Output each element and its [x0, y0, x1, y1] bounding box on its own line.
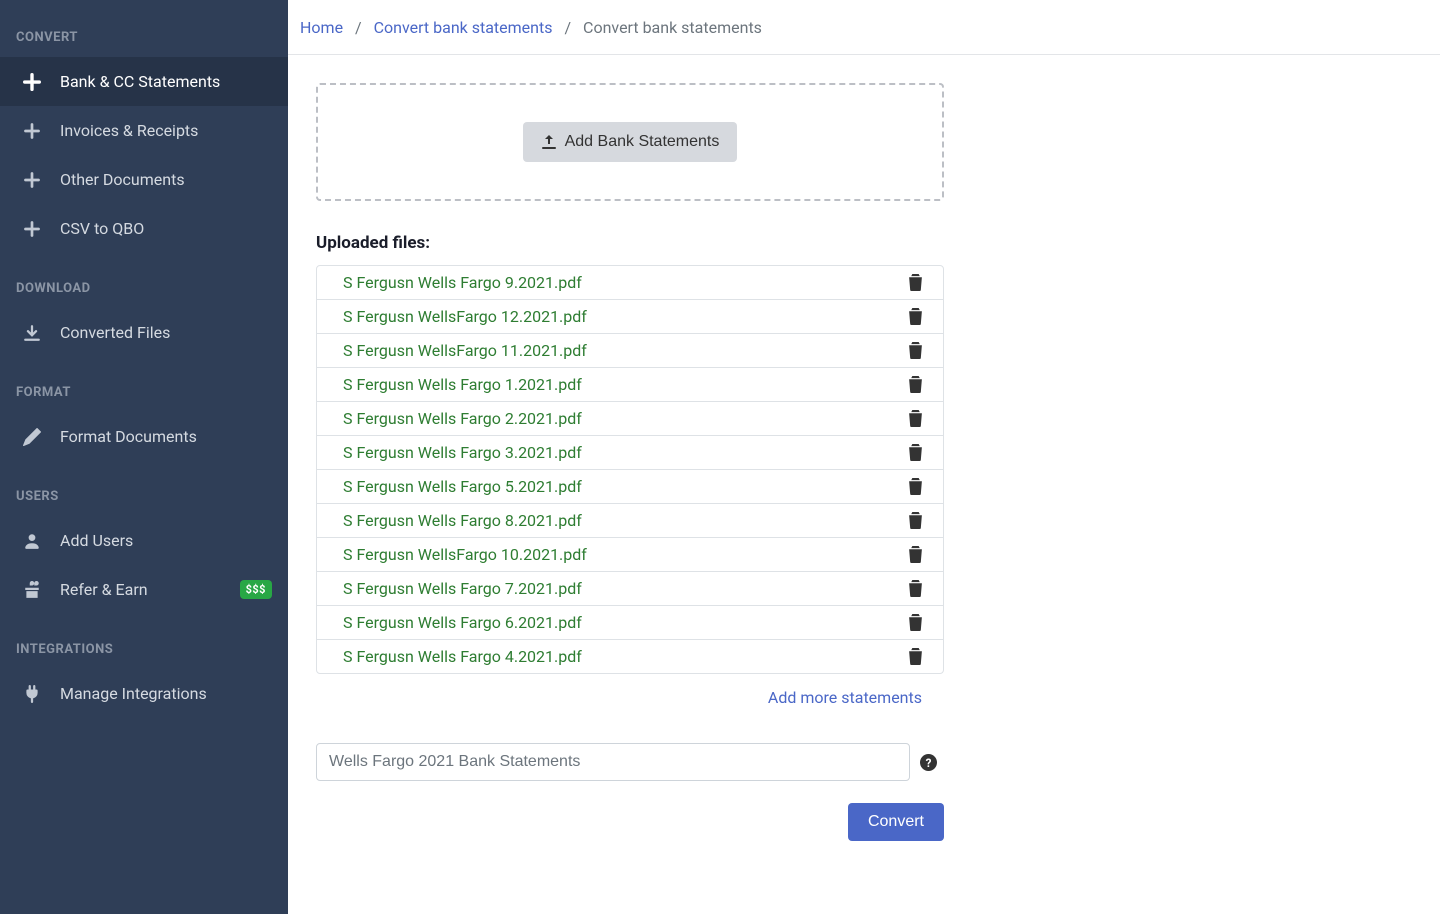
sidebar-item-label: Add Users [60, 531, 133, 550]
trash-icon[interactable] [908, 648, 923, 665]
add-bank-statements-button[interactable]: Add Bank Statements [523, 122, 738, 162]
plus-icon [20, 73, 44, 91]
sidebar-item-label: Invoices & Receipts [60, 121, 198, 140]
file-name-link[interactable]: S Fergusn Wells Fargo 8.2021.pdf [343, 511, 582, 530]
file-name-link[interactable]: S Fergusn Wells Fargo 2.2021.pdf [343, 409, 582, 428]
convert-button[interactable]: Convert [848, 803, 944, 841]
sidebar-item-bank-cc[interactable]: Bank & CC Statements [0, 57, 288, 106]
gift-icon [20, 581, 44, 599]
trash-icon[interactable] [908, 308, 923, 325]
trash-icon[interactable] [908, 342, 923, 359]
sidebar-item-label: Manage Integrations [60, 684, 207, 703]
sidebar-item-label: Refer & Earn [60, 580, 148, 599]
plus-icon [20, 220, 44, 238]
plus-icon [20, 122, 44, 140]
main-content: Home / Convert bank statements / Convert… [288, 0, 1440, 914]
file-name-link[interactable]: S Fergusn Wells Fargo 1.2021.pdf [343, 375, 582, 394]
file-name-link[interactable]: S Fergusn WellsFargo 12.2021.pdf [343, 307, 587, 326]
file-row: S Fergusn Wells Fargo 6.2021.pdf [317, 606, 943, 640]
refer-badge: $$$ [240, 580, 272, 599]
breadcrumb-current: Convert bank statements [583, 18, 762, 37]
file-row: S Fergusn Wells Fargo 4.2021.pdf [317, 640, 943, 673]
file-row: S Fergusn Wells Fargo 7.2021.pdf [317, 572, 943, 606]
file-name-link[interactable]: S Fergusn WellsFargo 10.2021.pdf [343, 545, 587, 564]
help-icon[interactable]: ? [920, 754, 937, 771]
breadcrumb-home[interactable]: Home [300, 18, 343, 37]
sidebar-item-label: Bank & CC Statements [60, 72, 220, 91]
file-row: S Fergusn Wells Fargo 8.2021.pdf [317, 504, 943, 538]
file-row: S Fergusn WellsFargo 11.2021.pdf [317, 334, 943, 368]
file-row: S Fergusn WellsFargo 10.2021.pdf [317, 538, 943, 572]
sidebar-item-converted-files[interactable]: Converted Files [0, 308, 288, 357]
download-icon [20, 324, 44, 342]
add-button-label: Add Bank Statements [565, 133, 720, 151]
breadcrumb-separator: / [564, 18, 571, 37]
file-name-link[interactable]: S Fergusn Wells Fargo 4.2021.pdf [343, 647, 582, 666]
file-name-link[interactable]: S Fergusn Wells Fargo 6.2021.pdf [343, 613, 582, 632]
sidebar-item-add-users[interactable]: Add Users [0, 516, 288, 565]
plus-icon [20, 171, 44, 189]
file-name-link[interactable]: S Fergusn Wells Fargo 3.2021.pdf [343, 443, 582, 462]
sidebar-item-label: CSV to QBO [60, 219, 144, 238]
trash-icon[interactable] [908, 376, 923, 393]
sidebar-item-other-docs[interactable]: Other Documents [0, 155, 288, 204]
file-row: S Fergusn Wells Fargo 5.2021.pdf [317, 470, 943, 504]
user-icon [20, 532, 44, 550]
file-row: S Fergusn Wells Fargo 1.2021.pdf [317, 368, 943, 402]
add-more-statements-link[interactable]: Add more statements [768, 688, 922, 707]
trash-icon[interactable] [908, 614, 923, 631]
sidebar-item-label: Format Documents [60, 427, 197, 446]
sidebar-item-manage-integrations[interactable]: Manage Integrations [0, 669, 288, 718]
file-name-link[interactable]: S Fergusn Wells Fargo 7.2021.pdf [343, 579, 582, 598]
sidebar-section-download: DOWNLOAD [0, 281, 288, 308]
trash-icon[interactable] [908, 274, 923, 291]
file-name-link[interactable]: S Fergusn WellsFargo 11.2021.pdf [343, 341, 587, 360]
uploaded-files-list: S Fergusn Wells Fargo 9.2021.pdf S Fergus… [316, 265, 944, 674]
file-row: S Fergusn Wells Fargo 2.2021.pdf [317, 402, 943, 436]
dropzone[interactable]: Add Bank Statements [316, 83, 944, 201]
breadcrumb: Home / Convert bank statements / Convert… [288, 0, 1440, 55]
file-name-link[interactable]: S Fergusn Wells Fargo 5.2021.pdf [343, 477, 582, 496]
sidebar-item-label: Converted Files [60, 323, 170, 342]
breadcrumb-separator: / [355, 18, 362, 37]
sidebar-section-convert: CONVERT [0, 30, 288, 57]
plug-icon [20, 685, 44, 703]
trash-icon[interactable] [908, 580, 923, 597]
sidebar-section-format: FORMAT [0, 385, 288, 412]
sidebar-section-integrations: INTEGRATIONS [0, 642, 288, 669]
pencil-icon [20, 428, 44, 446]
trash-icon[interactable] [908, 410, 923, 427]
trash-icon[interactable] [908, 444, 923, 461]
sidebar-section-users: USERS [0, 489, 288, 516]
sidebar: CONVERT Bank & CC Statements Invoices & … [0, 0, 288, 914]
output-name-input[interactable] [316, 743, 910, 781]
file-row: S Fergusn Wells Fargo 9.2021.pdf [317, 266, 943, 300]
sidebar-item-label: Other Documents [60, 170, 185, 189]
trash-icon[interactable] [908, 546, 923, 563]
file-name-link[interactable]: S Fergusn Wells Fargo 9.2021.pdf [343, 273, 582, 292]
breadcrumb-convert[interactable]: Convert bank statements [374, 18, 553, 37]
trash-icon[interactable] [908, 478, 923, 495]
sidebar-item-format-docs[interactable]: Format Documents [0, 412, 288, 461]
sidebar-item-invoices[interactable]: Invoices & Receipts [0, 106, 288, 155]
svg-text:?: ? [926, 755, 932, 769]
sidebar-item-refer-earn[interactable]: Refer & Earn $$$ [0, 565, 288, 614]
file-row: S Fergusn Wells Fargo 3.2021.pdf [317, 436, 943, 470]
upload-icon [541, 134, 557, 150]
sidebar-item-csv-qbo[interactable]: CSV to QBO [0, 204, 288, 253]
trash-icon[interactable] [908, 512, 923, 529]
file-row: S Fergusn WellsFargo 12.2021.pdf [317, 300, 943, 334]
uploaded-files-title: Uploaded files: [316, 233, 944, 253]
